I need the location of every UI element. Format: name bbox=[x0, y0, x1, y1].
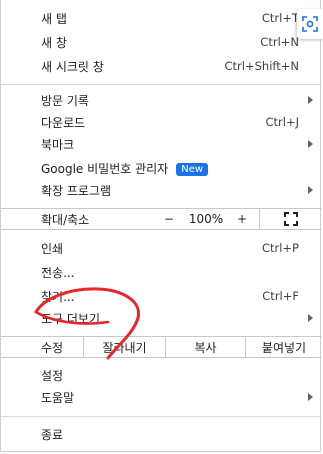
shortcut-label: Ctrl+J bbox=[265, 115, 300, 129]
chevron-right-icon bbox=[308, 96, 313, 104]
menu-item-print[interactable]: 인쇄 Ctrl+P bbox=[1, 237, 322, 259]
chevron-right-icon bbox=[308, 393, 313, 401]
menu-item-new-tab[interactable]: 새 탭 Ctrl+T bbox=[1, 7, 322, 29]
menu-item-label: 새 탭 bbox=[41, 11, 67, 26]
menu-item-help[interactable]: 도움말 bbox=[1, 386, 322, 408]
shortcut-label: Ctrl+Shift+N bbox=[224, 59, 299, 73]
menu-item-history[interactable]: 방문 기록 bbox=[1, 89, 322, 111]
shortcut-label: Ctrl+N bbox=[260, 35, 299, 49]
zoom-label-cell: 확대/축소 bbox=[1, 209, 151, 229]
menu-item-label: 북마크 bbox=[41, 137, 75, 152]
cut-button[interactable]: 잘라내기 bbox=[83, 337, 165, 357]
menu-separator bbox=[1, 416, 322, 417]
shortcut-label: Ctrl+T bbox=[261, 11, 299, 25]
edit-label: 수정 bbox=[41, 340, 64, 355]
menu-item-label: 도움말 bbox=[41, 390, 75, 405]
zoom-row: 확대/축소 − 100% + bbox=[1, 208, 322, 230]
menu-item-label: 설정 bbox=[41, 368, 64, 383]
edit-label-cell: 수정 bbox=[1, 337, 83, 357]
menu-item-new-window[interactable]: 새 창 Ctrl+N bbox=[1, 31, 322, 53]
fullscreen-button[interactable] bbox=[259, 209, 322, 229]
menu-item-label: 방문 기록 bbox=[41, 93, 89, 108]
fullscreen-icon bbox=[284, 212, 298, 226]
menu-item-bookmarks[interactable]: 북마크 bbox=[1, 133, 322, 155]
lens-scan-button[interactable] bbox=[297, 9, 323, 39]
menu-item-label: 인쇄 bbox=[41, 241, 64, 256]
menu-item-label: 새 창 bbox=[41, 35, 67, 50]
chrome-main-menu: 새 탭 Ctrl+T 새 창 Ctrl+N 새 시크릿 창 Ctrl+Shift… bbox=[0, 0, 322, 452]
menu-item-label-wrap: Google 비밀번호 관리자 New bbox=[41, 160, 209, 177]
lens-scan-icon bbox=[302, 16, 318, 32]
chevron-right-icon bbox=[308, 186, 313, 194]
menu-item-downloads[interactable]: 다운로드 Ctrl+J bbox=[1, 111, 322, 133]
menu-item-exit[interactable]: 종료 bbox=[1, 423, 322, 445]
menu-item-label: Google 비밀번호 관리자 bbox=[41, 161, 169, 176]
menu-item-label: 도구 더보기 bbox=[41, 311, 101, 326]
zoom-value: 100% bbox=[188, 212, 224, 226]
chevron-right-icon bbox=[308, 314, 313, 322]
zoom-out-button[interactable]: − bbox=[151, 209, 187, 229]
menu-separator bbox=[1, 84, 322, 85]
menu-item-more-tools[interactable]: 도구 더보기 bbox=[1, 307, 322, 329]
menu-item-label: 전송... bbox=[41, 265, 75, 280]
shortcut-label: Ctrl+F bbox=[262, 289, 299, 303]
menu-item-find[interactable]: 찾기... Ctrl+F bbox=[1, 285, 322, 307]
menu-item-password-manager[interactable]: Google 비밀번호 관리자 New bbox=[1, 157, 322, 179]
menu-item-label: 찾기... bbox=[41, 289, 75, 304]
chevron-right-icon bbox=[308, 140, 313, 148]
menu-item-new-incognito-window[interactable]: 새 시크릿 창 Ctrl+Shift+N bbox=[1, 55, 322, 77]
menu-item-label: 다운로드 bbox=[41, 115, 86, 130]
menu-item-settings[interactable]: 설정 bbox=[1, 364, 322, 386]
menu-item-label: 새 시크릿 창 bbox=[41, 59, 104, 74]
shortcut-label: Ctrl+P bbox=[261, 241, 299, 255]
zoom-label: 확대/축소 bbox=[41, 212, 90, 227]
paste-button[interactable]: 붙여넣기 bbox=[245, 337, 322, 357]
zoom-in-button[interactable]: + bbox=[225, 209, 259, 229]
copy-button[interactable]: 복사 bbox=[165, 337, 245, 357]
menu-item-cast[interactable]: 전송... bbox=[1, 261, 322, 283]
edit-row: 수정 잘라내기 복사 붙여넣기 bbox=[1, 336, 322, 358]
menu-item-label: 확장 프로그램 bbox=[41, 183, 112, 198]
menu-item-extensions[interactable]: 확장 프로그램 bbox=[1, 179, 322, 201]
menu-item-label: 종료 bbox=[41, 427, 64, 442]
new-badge: New bbox=[176, 162, 209, 176]
